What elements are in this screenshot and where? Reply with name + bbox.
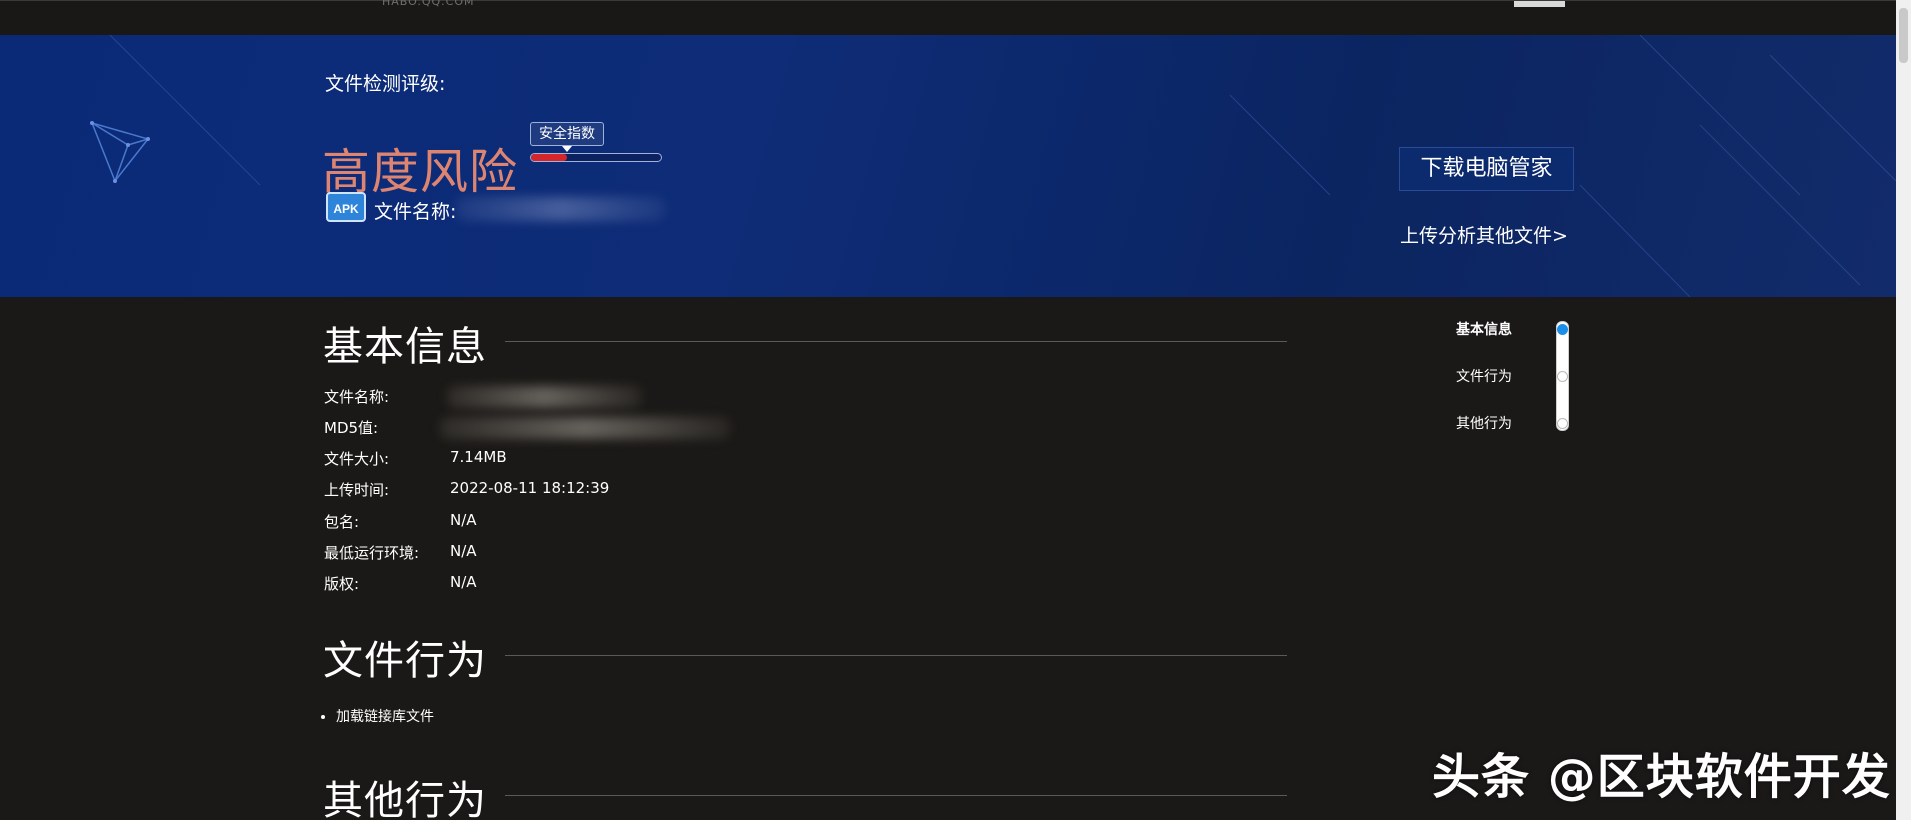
report-page: HABO.QQ.COM 文件检测评级: 高度风险 安全指数 APK 文件名称: … xyxy=(0,0,1911,820)
info-label-copyright: 版权: xyxy=(324,575,360,593)
info-label-package: 包名: xyxy=(324,513,360,531)
section-title-other-behavior: 其他行为 xyxy=(323,778,487,820)
section-divider xyxy=(505,655,1287,656)
file-behavior-list: 加载链接库文件 xyxy=(336,706,434,726)
detect-rating-label: 文件检测评级: xyxy=(325,73,446,95)
right-nav-dot-file-behavior[interactable] xyxy=(1557,371,1568,382)
banner-decoration xyxy=(90,35,1896,297)
hero-filename-label: 文件名称: xyxy=(374,201,457,223)
list-item: 加载链接库文件 xyxy=(336,706,434,726)
section-divider xyxy=(505,795,1287,796)
info-value-min-env: N/A xyxy=(450,542,477,560)
page-scrollbar[interactable] xyxy=(1896,0,1911,820)
info-value-filename-redacted xyxy=(447,386,642,408)
right-nav-other-behavior[interactable]: 其他行为 xyxy=(1456,413,1512,433)
info-value-upload-time: 2022-08-11 18:12:39 xyxy=(450,479,610,497)
hero-banner: 文件检测评级: 高度风险 安全指数 APK 文件名称: 下载电脑管家 上传分析其… xyxy=(0,35,1896,297)
upload-other-file-link[interactable]: 上传分析其他文件> xyxy=(1400,221,1568,248)
watermark-text: 头条 @区块软件开发 xyxy=(1432,749,1891,805)
info-label-upload-time: 上传时间: xyxy=(324,481,390,499)
safety-index-bar xyxy=(530,153,662,162)
safety-index-pointer-icon xyxy=(562,146,572,152)
info-value-copyright: N/A xyxy=(450,573,477,591)
right-nav-file-behavior[interactable]: 文件行为 xyxy=(1456,366,1512,386)
top-bar: HABO.QQ.COM xyxy=(0,0,1896,35)
section-title-basic-info: 基本信息 xyxy=(323,324,487,370)
right-nav-basic-info[interactable]: 基本信息 xyxy=(1456,319,1512,339)
info-value-md5-redacted xyxy=(440,417,730,439)
info-value-size: 7.14MB xyxy=(450,448,507,466)
triangle-logo-icon xyxy=(90,121,150,183)
safety-index-badge: 安全指数 xyxy=(530,122,604,146)
info-label-size: 文件大小: xyxy=(324,450,390,468)
top-right-graphic xyxy=(1514,1,1565,7)
site-logo-text[interactable]: HABO.QQ.COM xyxy=(382,0,475,8)
right-nav-dot-basic-info[interactable] xyxy=(1557,324,1568,335)
safety-index-fill xyxy=(531,154,568,161)
apk-file-icon: APK xyxy=(326,192,366,222)
section-title-file-behavior: 文件行为 xyxy=(323,638,487,684)
right-nav-dot-other-behavior[interactable] xyxy=(1557,418,1568,429)
hero-filename-value-redacted xyxy=(456,197,666,221)
scrollbar-thumb[interactable] xyxy=(1899,8,1908,63)
info-label-md5: MD5值: xyxy=(324,419,379,437)
download-pc-manager-button[interactable]: 下载电脑管家 xyxy=(1399,147,1574,191)
info-label-min-env: 最低运行环境: xyxy=(324,544,420,562)
info-value-package: N/A xyxy=(450,511,477,529)
info-label-filename: 文件名称: xyxy=(324,388,390,406)
section-divider xyxy=(505,341,1287,342)
